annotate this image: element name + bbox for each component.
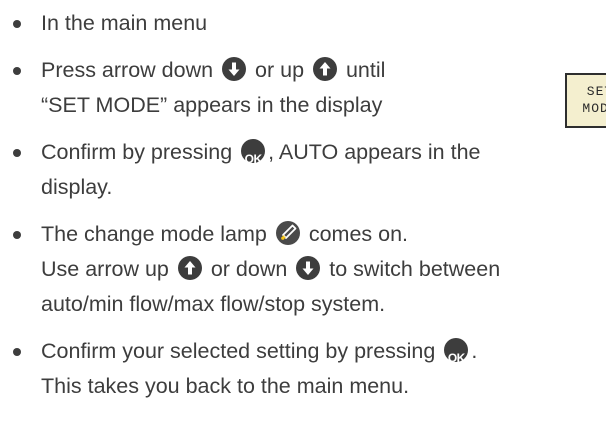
- instruction-line: Confirm your selected setting by pressin…: [41, 334, 606, 369]
- instruction-line: auto/min flow/max flow/stop system.: [41, 287, 606, 322]
- arrow-down-icon: [222, 57, 247, 81]
- instruction-item: Press arrow down or up until “SET MODE” a…: [12, 53, 606, 123]
- instruction-line: Use arrow up or down to switch between: [41, 252, 606, 287]
- instruction-item: The change mode lamp comes on. Use arrow …: [12, 217, 606, 322]
- instruction-text: display.: [41, 175, 113, 199]
- ok-icon: OK: [444, 338, 469, 365]
- instruction-text: The change mode lamp: [41, 222, 273, 246]
- ok-icon-label: OK: [244, 152, 263, 166]
- instruction-line: Confirm by pressing OK , AUTO appears in …: [41, 135, 606, 170]
- arrow-up-icon: [313, 57, 337, 81]
- instruction-text: or up: [249, 58, 310, 82]
- lcd-display: SET MODE: [565, 73, 606, 128]
- arrow-up-icon: [177, 256, 202, 280]
- instruction-text: until: [340, 58, 386, 82]
- lamp-icon: [275, 221, 300, 245]
- instruction-item: Confirm by pressing OK , AUTO appears in …: [12, 135, 606, 205]
- instruction-text: Confirm your selected setting by pressin…: [41, 339, 442, 363]
- instruction-text: , AUTO appears in the: [268, 140, 481, 164]
- instruction-text: .: [471, 339, 478, 363]
- instruction-list: In the main menu Press arrow down or up u…: [12, 6, 606, 416]
- instruction-line: The change mode lamp comes on.: [41, 217, 606, 252]
- instruction-line: display.: [41, 170, 606, 205]
- instruction-text: Press arrow down: [41, 58, 220, 82]
- instruction-text: Use arrow up: [41, 257, 175, 281]
- instruction-line: Press arrow down or up until: [41, 53, 606, 88]
- instruction-text: This takes you back to the main menu.: [41, 374, 410, 398]
- display-line-1: SET: [586, 84, 606, 99]
- instruction-line: “SET MODE” appears in the display: [41, 88, 606, 123]
- instruction-text: to switch between: [323, 257, 501, 281]
- display-line-2: MODE: [582, 101, 606, 116]
- instruction-text: or down: [204, 257, 294, 281]
- instruction-line: In the main menu: [41, 6, 606, 41]
- instruction-text: “SET MODE” appears in the display: [41, 93, 383, 117]
- instruction-text: In the main menu: [41, 11, 208, 35]
- ok-icon-label: OK: [447, 351, 466, 365]
- instruction-item: In the main menu: [12, 6, 606, 41]
- ok-icon: OK: [241, 139, 266, 166]
- instruction-text: Confirm by pressing: [41, 140, 239, 164]
- instruction-item: Confirm your selected setting by pressin…: [12, 334, 606, 404]
- instruction-text: auto/min flow/max flow/stop system.: [41, 292, 386, 316]
- instruction-line: This takes you back to the main menu.: [41, 369, 606, 404]
- arrow-down-icon: [296, 256, 321, 280]
- instruction-text: comes on.: [302, 222, 409, 246]
